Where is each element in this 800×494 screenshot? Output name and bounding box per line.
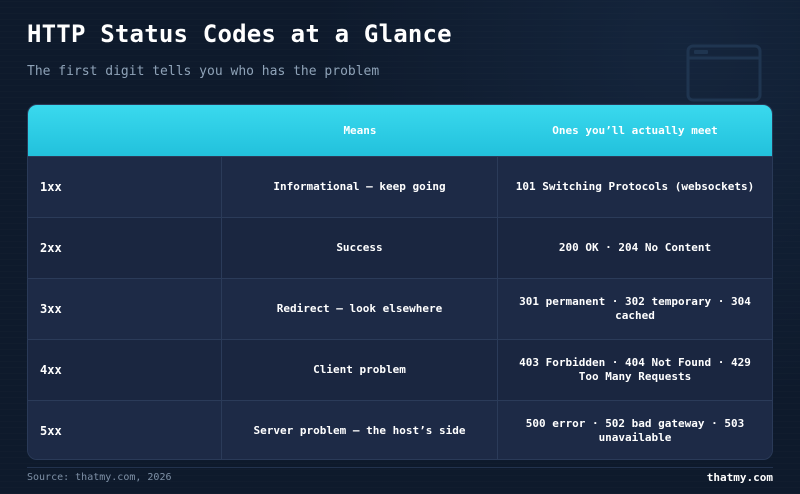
status-code-class: 3xx [28,279,222,339]
page-subtitle: The first digit tells you who has the pr… [27,64,380,79]
status-meaning: Client problem [222,340,498,400]
status-examples: 403 Forbidden · 404 Not Found · 429 Too … [519,356,751,383]
column-header-means: Means [343,124,377,137]
status-examples: 301 permanent · 302 temporary · 304 cach… [519,295,751,322]
status-code-class: 5xx [28,401,222,459]
status-code-class: 2xx [28,218,222,278]
page-title: HTTP Status Codes at a Glance [27,20,452,48]
brand-label: thatmy.com [706,471,773,484]
status-examples: 500 error · 502 bad gateway · 503 unavai… [525,417,745,444]
status-codes-table: Means Ones you’ll actually meet 1xx Info… [27,104,773,460]
status-code-class: 1xx [28,157,222,217]
source-note: Source: thatmy.com, 2026 [27,472,172,483]
browser-window-icon [686,44,762,102]
table-row: 4xx Client problem 403 Forbidden · 404 N… [28,339,772,400]
status-examples: 101 Switching Protocols (websockets) [515,180,755,193]
table-row: 2xx Success 200 OK · 204 No Content [28,217,772,278]
status-meaning: Redirect — look elsewhere [222,279,498,339]
status-meaning: Success [222,218,498,278]
status-code-class: 4xx [28,340,222,400]
table-row: 1xx Informational — keep going 101 Switc… [28,156,772,217]
table-row: 3xx Redirect — look elsewhere 301 perman… [28,278,772,339]
footer-divider [27,467,773,468]
status-meaning: Informational — keep going [222,157,498,217]
column-header-examples: Ones you’ll actually meet [552,124,718,137]
status-meaning: Server problem — the host’s side [222,401,498,459]
table-row: 5xx Server problem — the host’s side 500… [28,400,772,459]
status-examples: 200 OK · 204 No Content [558,241,712,254]
table-header: Means Ones you’ll actually meet [28,105,772,156]
